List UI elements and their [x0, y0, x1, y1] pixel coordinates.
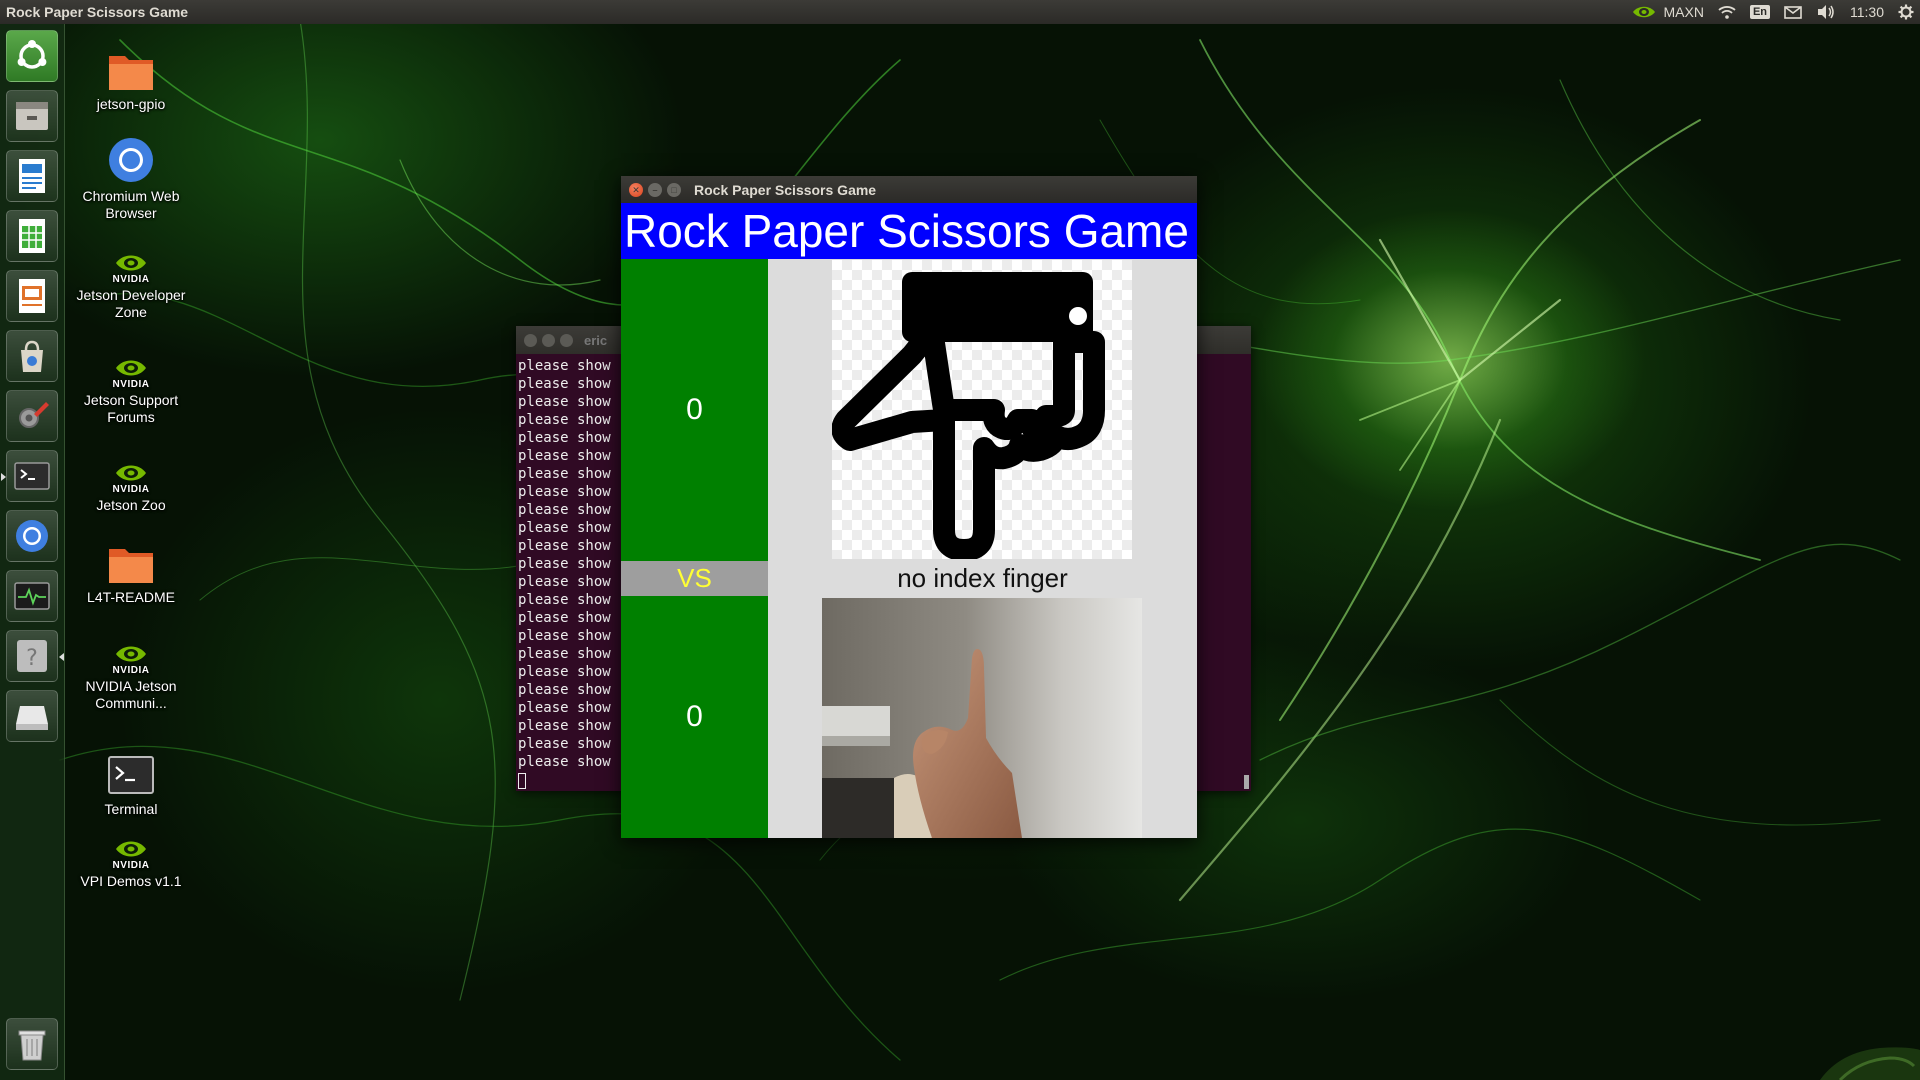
desktop-icon-jetson-support-forums[interactable]: NVIDIA Jetson Support Forums: [76, 357, 186, 426]
camera-feed: [822, 598, 1142, 838]
power-mode-indicator[interactable]: MAXN: [1631, 4, 1704, 20]
launcher-system-monitor[interactable]: [6, 570, 58, 622]
nvidia-logo-icon: NVIDIA: [108, 462, 154, 495]
launcher-writer[interactable]: [6, 150, 58, 202]
libreoffice-calc-icon: [19, 219, 45, 253]
wifi-icon: [1718, 6, 1736, 19]
launcher-software[interactable]: [6, 330, 58, 382]
nvidia-watermark-logo: [1820, 1047, 1920, 1080]
vs-label: VS: [621, 561, 768, 596]
terminal-cursor: [518, 773, 526, 789]
active-window-title: Rock Paper Scissors Game: [6, 4, 189, 20]
folder-icon: [109, 549, 153, 583]
terminal-icon: [108, 756, 154, 794]
camera-hand-image: [822, 598, 1142, 838]
terminal-close-button[interactable]: [524, 333, 537, 347]
keyboard-layout-badge: En: [1749, 5, 1770, 19]
nvidia-logo-icon: NVIDIA: [108, 357, 154, 390]
folder-icon: [109, 56, 153, 90]
desktop-icon-label: Jetson Developer Zone: [76, 287, 186, 320]
nvidia-eye-icon: [1633, 6, 1656, 18]
terminal-icon: [14, 462, 50, 490]
desktop-icon-jetson-zoo[interactable]: NVIDIA Jetson Zoo: [76, 462, 186, 514]
system-menu[interactable]: [1898, 4, 1914, 20]
desktop-icon-chromium[interactable]: Chromium Web Browser: [76, 136, 186, 222]
power-mode-label: MAXN: [1663, 4, 1704, 20]
close-button[interactable]: ✕: [629, 182, 643, 197]
nvidia-logo-icon: NVIDIA: [108, 838, 154, 871]
chromium-icon: [109, 138, 153, 182]
terminal-minimize-button[interactable]: [542, 333, 555, 347]
launcher-files[interactable]: [6, 90, 58, 142]
desktop-icon-label: Chromium Web Browser: [82, 188, 180, 221]
desktop-icon-jetson-developer-zone[interactable]: NVIDIA Jetson Developer Zone: [76, 252, 186, 321]
player-score: 0: [621, 596, 768, 838]
launcher: ?: [0, 24, 65, 1080]
drive-icon: [16, 706, 48, 730]
indicator-area: MAXN En 11:30: [1631, 4, 1914, 20]
system-monitor-icon: [14, 582, 50, 610]
desktop-icon-label: NVIDIA Jetson Communi...: [85, 678, 177, 711]
sound-indicator[interactable]: [1816, 4, 1836, 20]
desktop-icon-nvidia-jetson-community[interactable]: NVIDIA NVIDIA Jetson Communi...: [76, 643, 186, 712]
launcher-ubuntu-dash[interactable]: [6, 30, 58, 82]
gesture-status-label: no index finger: [897, 563, 1068, 593]
computer-score: 0: [621, 259, 768, 561]
keyboard-layout-indicator[interactable]: En: [1749, 5, 1770, 19]
game-window-title: Rock Paper Scissors Game: [694, 181, 877, 198]
computer-gesture-image: [831, 260, 1132, 561]
launcher-impress[interactable]: [6, 270, 58, 322]
chromium-icon: [16, 520, 48, 552]
wifi-indicator[interactable]: [1718, 5, 1736, 19]
minimize-button[interactable]: –: [648, 182, 662, 197]
files-icon: [16, 102, 48, 130]
desktop-icon-jetson-gpio[interactable]: jetson-gpio: [76, 50, 186, 113]
desktop-icon-vpi-demos[interactable]: NVIDIA VPI Demos v1.1: [76, 838, 186, 890]
terminal-scrollbar[interactable]: [1244, 775, 1249, 789]
gear-icon: [1898, 4, 1914, 20]
pointing-hand-icon: [831, 272, 1105, 561]
desktop-icon-terminal[interactable]: Terminal: [76, 755, 186, 818]
desktop-icon-l4t-readme[interactable]: L4T-README: [76, 543, 186, 606]
ubuntu-dash-icon: [17, 40, 47, 69]
desktop-icon-label: VPI Demos v1.1: [80, 873, 182, 889]
launcher-chromium[interactable]: [6, 510, 58, 562]
mail-icon: [1784, 5, 1802, 19]
system-settings-icon: [19, 402, 49, 428]
launcher-drive[interactable]: [6, 690, 58, 742]
launcher-trash[interactable]: [6, 1018, 58, 1070]
top-panel: Rock Paper Scissors Game MAXN En 11:30: [0, 0, 1920, 24]
launcher-help[interactable]: ?: [6, 630, 64, 682]
terminal-maximize-button[interactable]: [560, 333, 573, 347]
desktop-icon-label: Jetson Support Forums: [83, 392, 179, 425]
maximize-button[interactable]: □: [667, 182, 681, 197]
desktop-icon-label: jetson-gpio: [96, 96, 166, 112]
launcher-terminal[interactable]: [1, 450, 58, 502]
terminal-title: eric: [584, 332, 608, 348]
help-icon: ?: [17, 640, 47, 672]
game-titlebar[interactable]: ✕ – □ Rock Paper Scissors Game: [621, 176, 1197, 203]
desktop-icon-label: Jetson Zoo: [96, 497, 166, 513]
nvidia-logo-icon: NVIDIA: [108, 643, 154, 676]
svg-text:?: ?: [26, 646, 38, 671]
launcher-settings[interactable]: [6, 390, 58, 442]
volume-icon: [1818, 5, 1834, 19]
software-center-icon: [21, 340, 43, 372]
nvidia-logo-icon: NVIDIA: [108, 252, 154, 285]
desktop-icon-label: L4T-README: [87, 589, 175, 605]
messaging-indicator[interactable]: [1784, 5, 1802, 19]
desktop-icon-label: Terminal: [104, 801, 158, 817]
game-window[interactable]: ✕ – □ Rock Paper Scissors Game Rock Pape…: [621, 176, 1197, 838]
game-header: Rock Paper Scissors Game: [621, 203, 1197, 259]
clock[interactable]: 11:30: [1850, 4, 1884, 20]
libreoffice-impress-icon: [19, 279, 45, 313]
trash-icon: [18, 1030, 46, 1061]
score-panel: 0 VS 0: [621, 259, 768, 838]
libreoffice-writer-icon: [19, 159, 45, 193]
launcher-calc[interactable]: [6, 210, 58, 262]
